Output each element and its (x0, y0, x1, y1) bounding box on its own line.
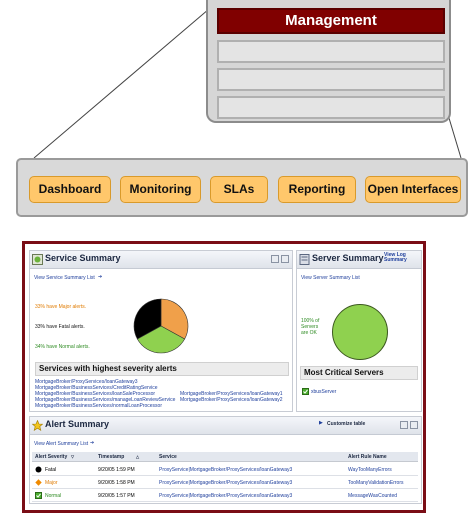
management-menu-item-1[interactable] (217, 40, 445, 63)
severity-text: Major (45, 480, 58, 486)
column-header-rule[interactable]: Alert Rule Name (348, 454, 387, 460)
normal-check-icon (35, 492, 42, 499)
severity-text: Normal (45, 493, 62, 499)
rule-link[interactable]: WayTooManyErrors (348, 467, 392, 473)
minimize-icon[interactable] (400, 421, 408, 429)
service-summary-header: Service Summary (30, 251, 292, 269)
management-menu-item-3[interactable] (217, 96, 445, 119)
alert-table-header: Alert Severity ▽ Timestamp △ Service Ale… (32, 452, 418, 462)
alert-table-row[interactable]: Major 9/20/05 1:58 PM ProxyService|Mortg… (32, 477, 418, 489)
service-link[interactable]: MortgageBroker/BusinessServices/normalLo… (35, 403, 175, 409)
servers-ok-text: 100% of Servers are OK (301, 318, 319, 336)
nav-slas-button[interactable]: SLAs (210, 176, 268, 203)
console-window: Service Summary View Service Summary Lis… (22, 241, 426, 513)
sort-desc-icon[interactable]: ▽ (71, 454, 74, 459)
alert-summary-pane: Alert Summary ▶ Customize table View Ale… (29, 416, 422, 504)
services-right-list: MortgageBroker/ProxyServices/loanGateway… (180, 391, 283, 403)
view-alert-summary-arrow-icon[interactable]: ➔ (90, 440, 94, 446)
server-status-pie-chart (332, 304, 388, 360)
alert-summary-title: Alert Summary (45, 419, 110, 429)
rule-link[interactable]: MessageWasCounted (348, 493, 397, 499)
timestamp-text: 9/20/05 1:57 PM (98, 493, 135, 499)
severity-text: Fatal (45, 467, 57, 473)
legend-major-text: 33% have Major alerts. (35, 304, 87, 310)
server-summary-pane: Server Summary View Log Summary View Ser… (296, 250, 422, 412)
sort-asc-icon[interactable]: △ (136, 454, 139, 459)
view-log-summary-link[interactable]: View Log Summary (384, 253, 407, 263)
service-link[interactable]: ProxyService|MortgageBroker/ProxyService… (159, 493, 292, 499)
fatal-severity-icon (35, 466, 42, 473)
management-menu-title[interactable]: Management (217, 8, 445, 34)
legend-fatal-text: 33% have Fatal alerts. (35, 324, 85, 330)
server-summary-header: Server Summary View Log Summary (297, 251, 421, 269)
maximize-icon[interactable] (281, 255, 289, 263)
column-header-service[interactable]: Service (159, 454, 177, 460)
timestamp-text: 9/20/05 1:59 PM (98, 467, 135, 473)
alert-summary-header: Alert Summary ▶ Customize table (30, 417, 421, 435)
maximize-icon[interactable] (410, 421, 418, 429)
nav-monitoring-button[interactable]: Monitoring (120, 176, 201, 203)
highest-severity-heading: Services with highest severity alerts (35, 362, 289, 376)
service-link[interactable]: ProxyService|MortgageBroker/ProxyService… (159, 480, 292, 486)
servers-ok-line: are OK (301, 330, 317, 336)
management-panel: Management (206, 0, 451, 123)
column-header-severity[interactable]: Alert Severity (35, 454, 67, 460)
service-severity-pie-chart (133, 298, 189, 354)
services-left-list: MortgageBroker/ProxyServices/loanGateway… (35, 379, 175, 409)
service-summary-pane: Service Summary View Service Summary Lis… (29, 250, 293, 412)
major-severity-icon (35, 479, 42, 486)
timestamp-text: 9/20/05 1:58 PM (98, 480, 135, 486)
nav-open-interfaces-button[interactable]: Open Interfaces (365, 176, 461, 203)
customize-table-link[interactable]: Customize table (327, 421, 365, 427)
column-header-timestamp[interactable]: Timestamp (98, 454, 124, 460)
management-menu-item-2[interactable] (217, 68, 445, 91)
canvas: Management Dashboard Monitoring SLAs Rep… (0, 0, 469, 517)
navigation-bar: Dashboard Monitoring SLAs Reporting Open… (16, 158, 468, 217)
alert-table-row[interactable]: Normal 9/20/05 1:57 PM ProxyService|Mort… (32, 490, 418, 502)
service-link[interactable]: MortgageBroker/ProxyServices/loanGateway… (180, 397, 283, 403)
most-critical-servers-heading: Most Critical Servers (300, 366, 418, 380)
server-ok-check-icon (302, 388, 309, 395)
critical-server-link[interactable]: xbusServer (311, 389, 336, 395)
service-summary-title: Service Summary (45, 253, 121, 263)
view-alert-summary-link[interactable]: View Alert Summary List (34, 441, 88, 447)
server-pie-slice (332, 304, 388, 360)
view-service-summary-link[interactable]: View Service Summary List (34, 275, 95, 281)
view-service-summary-arrow-icon[interactable]: ➔ (98, 274, 102, 280)
alert-table-row[interactable]: Fatal 9/20/05 1:59 PM ProxyService|Mortg… (32, 464, 418, 476)
star-icon (32, 420, 43, 431)
service-link[interactable]: ProxyService|MortgageBroker/ProxyService… (159, 467, 292, 473)
nav-dashboard-button[interactable]: Dashboard (29, 176, 111, 203)
service-summary-icon (32, 254, 43, 265)
minimize-icon[interactable] (271, 255, 279, 263)
rule-link[interactable]: TooManyValidationErrors (348, 480, 404, 486)
view-server-summary-link[interactable]: View Server Summary List (301, 275, 360, 281)
nav-reporting-button[interactable]: Reporting (278, 176, 356, 203)
legend-normal-text: 34% have Normal alerts. (35, 344, 90, 350)
server-summary-title: Server Summary (312, 253, 384, 263)
server-icon (299, 254, 310, 265)
customize-arrow-icon[interactable]: ▶ (319, 420, 323, 426)
